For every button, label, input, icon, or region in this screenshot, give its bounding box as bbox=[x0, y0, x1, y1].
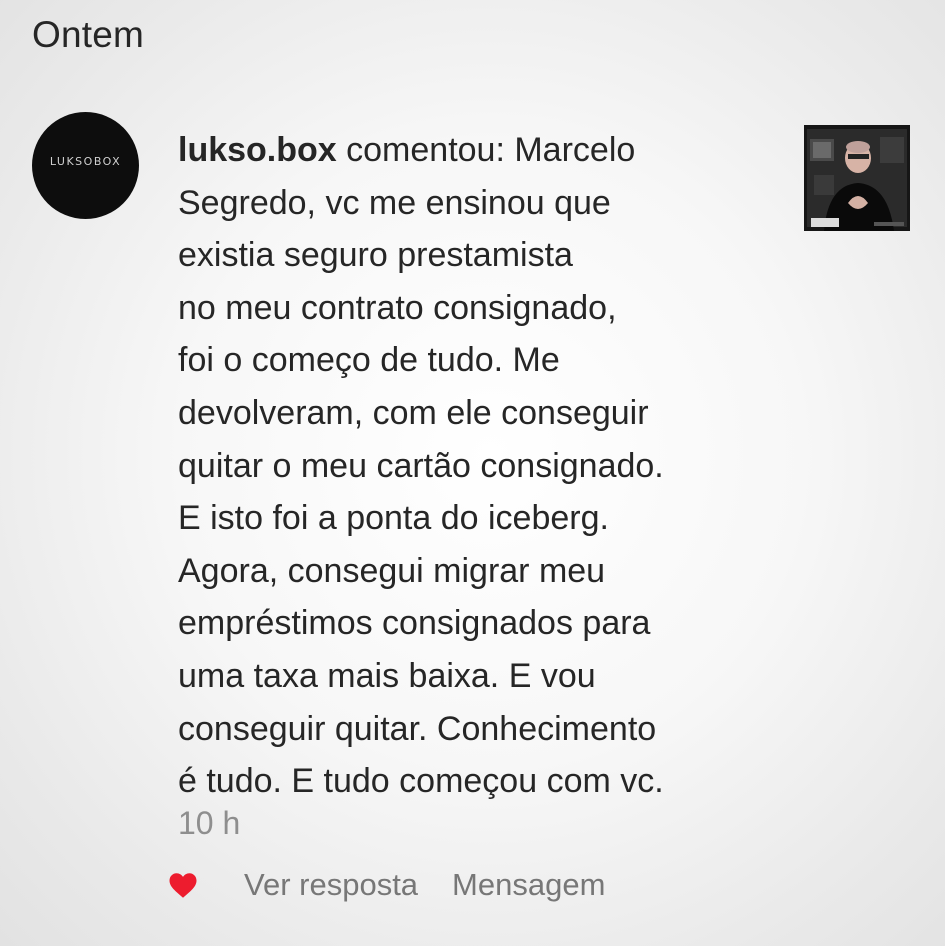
comment-notification[interactable]: LUKSOBOX lukso.box comentou: Marcelo Seg… bbox=[32, 112, 912, 912]
heart-icon bbox=[169, 872, 197, 898]
avatar[interactable]: LUKSOBOX bbox=[32, 112, 139, 219]
comment-line-5: foi o começo de tudo. Me bbox=[178, 341, 560, 380]
message-link[interactable]: Mensagem bbox=[452, 867, 605, 903]
comment-line-2: Segredo, vc me ensinou que bbox=[178, 183, 611, 222]
comment-line-4: no meu contrato consignado, bbox=[178, 288, 617, 327]
comment-line-12: conseguir quitar. Conhecimento bbox=[178, 709, 657, 748]
timestamp: 10 h bbox=[178, 805, 241, 841]
action-row: Ver resposta Mensagem bbox=[166, 867, 639, 903]
comment-text: lukso.box comentou: Marcelo Segredo, vc … bbox=[178, 124, 778, 808]
comment-line-10: empréstimos consignados para bbox=[178, 604, 651, 643]
comment-line-3: existia seguro prestamista bbox=[178, 236, 573, 275]
comment-line-11: uma taxa mais baixa. E vou bbox=[178, 656, 596, 695]
section-header: Ontem bbox=[32, 14, 145, 55]
comment-line-9: Agora, consegui migrar meu bbox=[178, 551, 606, 590]
avatar-logo-text: LUKSOBOX bbox=[49, 155, 122, 168]
post-thumbnail[interactable] bbox=[804, 125, 910, 231]
username[interactable]: lukso.box bbox=[178, 131, 337, 169]
video-thumbnail-icon bbox=[804, 125, 910, 231]
comment-line-13: é tudo. E tudo começou com vc. bbox=[178, 762, 664, 801]
comment-line-6: devolveram, com ele conseguir bbox=[178, 393, 649, 432]
view-reply-link[interactable]: Ver resposta bbox=[244, 867, 418, 903]
comment-line-7: quitar o meu cartão consignado. bbox=[178, 446, 664, 485]
comment-line-8: E isto foi a ponta do iceberg. bbox=[178, 499, 609, 538]
comment-line-1: comentou: Marcelo bbox=[336, 131, 636, 169]
like-button[interactable] bbox=[166, 870, 200, 900]
